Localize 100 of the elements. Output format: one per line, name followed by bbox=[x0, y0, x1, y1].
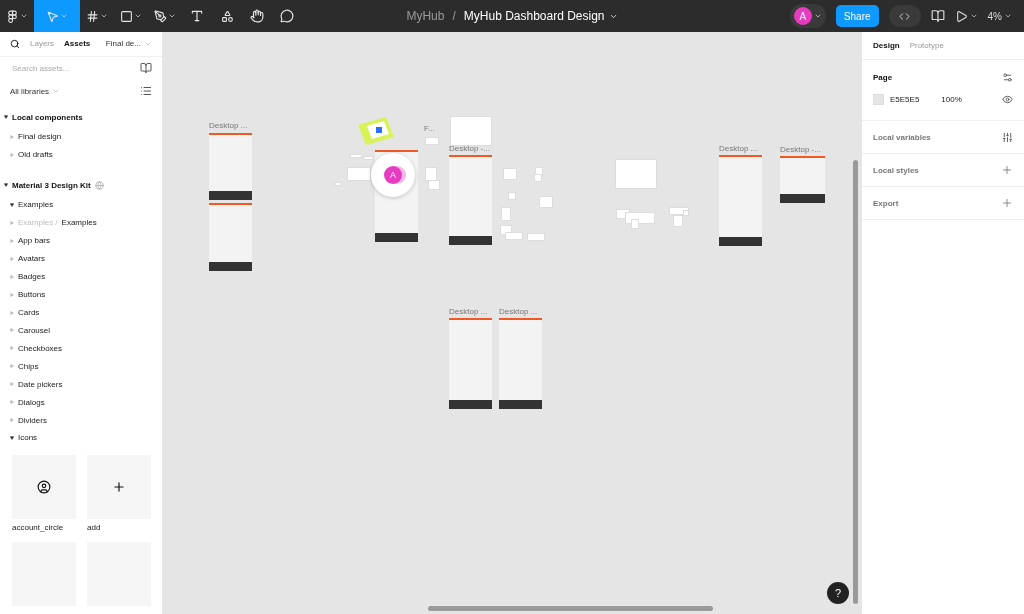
pen-icon bbox=[154, 9, 167, 23]
frame-thumbnail bbox=[780, 156, 825, 203]
asset-folder[interactable]: Carousel bbox=[0, 321, 162, 340]
asset-folder[interactable]: Examples bbox=[0, 196, 162, 214]
vertical-scrollbar[interactable] bbox=[853, 160, 858, 604]
caret-icon bbox=[10, 328, 14, 333]
globe-icon bbox=[94, 180, 104, 190]
section-title: Export bbox=[873, 198, 899, 208]
caret-icon bbox=[1004, 12, 1012, 20]
frame-label[interactable]: F... bbox=[424, 124, 435, 133]
asset-folder[interactable]: App bars bbox=[0, 231, 162, 250]
user-avatar-button[interactable]: A bbox=[789, 4, 826, 28]
asset-folder[interactable]: Buttons bbox=[0, 285, 162, 304]
frame-label[interactable]: Desktop ... bbox=[719, 144, 758, 153]
search-field[interactable]: Search assets... bbox=[10, 62, 134, 74]
caret-icon bbox=[4, 183, 8, 188]
file-name-dropdown[interactable]: MyHub Dashboard Design bbox=[463, 9, 618, 23]
frame-icon bbox=[86, 9, 99, 23]
list-view-button[interactable] bbox=[140, 85, 152, 98]
asset-folder[interactable]: Dividers bbox=[0, 411, 162, 429]
visibility-button[interactable] bbox=[1002, 93, 1013, 105]
account-circle-icon bbox=[37, 479, 51, 494]
hand-icon bbox=[250, 9, 264, 23]
asset-folder[interactable]: Icons bbox=[0, 429, 162, 447]
section-header[interactable]: Material 3 Design Kit bbox=[0, 174, 162, 197]
plus-icon bbox=[112, 479, 126, 494]
horizontal-scrollbar[interactable] bbox=[428, 606, 713, 611]
caret-icon bbox=[10, 435, 14, 440]
sticker-drawing bbox=[358, 117, 394, 145]
path-separator: / bbox=[452, 9, 456, 23]
caret-icon bbox=[168, 12, 176, 20]
frame-label[interactable]: Desktop -... bbox=[449, 144, 490, 153]
caret-icon bbox=[10, 364, 14, 369]
library-button[interactable] bbox=[140, 62, 152, 75]
section-header[interactable]: Local components bbox=[0, 106, 162, 128]
icon-tile[interactable] bbox=[87, 454, 151, 519]
caret-icon bbox=[10, 292, 14, 297]
caret-icon bbox=[10, 152, 14, 157]
zoom-dropdown[interactable]: 4% bbox=[987, 10, 1012, 22]
caret-icon bbox=[10, 400, 14, 405]
comment-icon bbox=[280, 9, 294, 23]
caret-icon bbox=[100, 12, 108, 20]
small-frame bbox=[508, 192, 516, 200]
small-frame bbox=[503, 168, 517, 180]
section-title: Local variables bbox=[873, 132, 931, 142]
small-frame bbox=[539, 196, 553, 208]
color-swatch[interactable] bbox=[873, 93, 884, 105]
rectangle-icon bbox=[120, 9, 133, 23]
asset-folder[interactable]: Badges bbox=[0, 267, 162, 286]
library-filter-dropdown[interactable]: All libraries bbox=[10, 86, 61, 96]
present-button[interactable] bbox=[954, 9, 978, 23]
help-button[interactable]: ? bbox=[827, 582, 849, 604]
code-icon bbox=[899, 10, 911, 22]
asset-folder[interactable]: Dialogs bbox=[0, 393, 162, 412]
canvas[interactable]: Desktop ... F... Desktop -... Desktop ... Desktop -... Desktop ... Desktop ... A ? bbox=[163, 32, 861, 614]
panel-tab[interactable]: Assets bbox=[64, 39, 91, 49]
caret-icon bbox=[10, 220, 14, 225]
section-title: Local styles bbox=[873, 165, 919, 175]
asset-folder[interactable]: Chips bbox=[0, 357, 162, 376]
asset-folder[interactable]: Avatars bbox=[0, 249, 162, 268]
panel-tab[interactable]: Design bbox=[873, 41, 900, 50]
frame-label[interactable]: Desktop ... bbox=[499, 307, 538, 316]
color-hex[interactable]: E5E5E5 bbox=[890, 94, 920, 104]
small-frame bbox=[505, 232, 523, 240]
opacity-value[interactable]: 100% bbox=[941, 94, 962, 104]
caret-icon bbox=[10, 274, 14, 279]
frame-thumbnail bbox=[209, 203, 252, 271]
frame-label[interactable]: Desktop -... bbox=[780, 145, 821, 154]
caret-icon bbox=[10, 310, 14, 315]
figma-logo-icon bbox=[6, 9, 19, 23]
asset-folder[interactable]: Cards bbox=[0, 303, 162, 322]
variables-button[interactable] bbox=[1002, 131, 1013, 143]
section-title: Page bbox=[873, 72, 893, 82]
settings-button[interactable] bbox=[1002, 71, 1013, 83]
frame-label[interactable]: Desktop ... bbox=[209, 121, 248, 130]
asset-folder[interactable]: Checkboxes bbox=[0, 339, 162, 358]
small-frame bbox=[527, 233, 545, 241]
small-frame bbox=[425, 137, 439, 145]
page-dropdown[interactable]: Final de... bbox=[105, 39, 152, 49]
frame-label[interactable]: Desktop ... bbox=[449, 307, 488, 316]
small-frame bbox=[428, 180, 440, 190]
small-frame bbox=[347, 167, 371, 181]
caret-icon bbox=[10, 238, 14, 243]
dev-mode-toggle[interactable] bbox=[888, 5, 921, 27]
asset-folder[interactable]: Old drafts bbox=[0, 145, 162, 164]
project-name: MyHub bbox=[406, 9, 445, 23]
icon-tile[interactable] bbox=[12, 454, 76, 519]
small-frame bbox=[615, 159, 657, 189]
asset-folder[interactable]: Final design bbox=[0, 127, 162, 146]
asset-folder[interactable]: Date pickers bbox=[0, 375, 162, 394]
asset-folder[interactable]: Examples / Examples bbox=[0, 213, 162, 232]
caret-icon bbox=[10, 134, 14, 139]
small-frame bbox=[501, 207, 511, 221]
caret-icon bbox=[4, 115, 8, 120]
caret-icon bbox=[10, 256, 14, 261]
caret-icon bbox=[134, 12, 142, 20]
small-frame bbox=[631, 219, 639, 229]
caret-icon bbox=[10, 382, 14, 387]
text-icon bbox=[190, 9, 204, 23]
small-frame bbox=[450, 116, 492, 146]
